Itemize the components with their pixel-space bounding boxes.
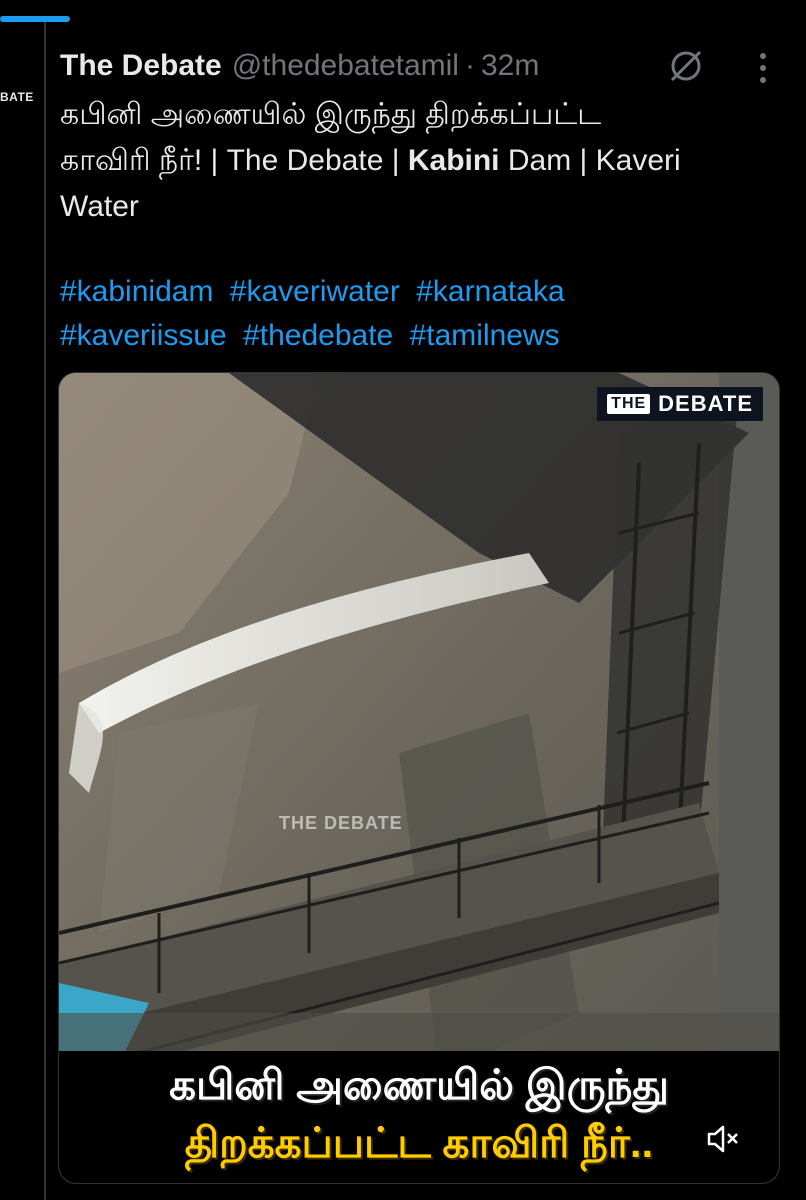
more-options-icon[interactable] — [748, 48, 778, 88]
video-caption: கபினி அணையில் இருந்து திறக்கப்பட்ட காவிர… — [59, 1051, 779, 1183]
video-player[interactable]: THE DEBATE THE DEBATE கபினி அணையில் இருந… — [58, 372, 780, 1184]
tweet-text-segment: காவிரி நீர்! | The Debate | — [60, 144, 408, 177]
video-watermark: THE DEBATE — [279, 813, 403, 833]
logo-the: THE — [607, 394, 651, 414]
tweet-text: கபினி அணையில் இருந்து திறக்கப்பட்ட காவிர… — [60, 92, 790, 230]
divider-line — [44, 22, 46, 1200]
hashtag-link[interactable]: #tamilnews — [410, 319, 560, 352]
hashtag-link[interactable]: #kaveriwater — [230, 275, 400, 308]
grok-icon[interactable] — [666, 46, 706, 86]
hashtag-link[interactable]: #kaveriissue — [60, 319, 227, 352]
display-name[interactable]: The Debate — [60, 49, 222, 83]
hashtag-link[interactable]: #kabinidam — [60, 275, 213, 308]
logo-debate: DEBATE — [658, 391, 753, 416]
separator-dot: · — [464, 49, 475, 82]
tweet-text-segment: Dam | Kaveri — [499, 144, 681, 177]
hashtag-link[interactable]: #thedebate — [243, 319, 393, 352]
tweet-header: The Debate @thedebatetamil · 32m — [60, 44, 539, 88]
tweet-text-line: Water — [60, 190, 139, 223]
avatar-label: BATE — [0, 90, 34, 104]
caption-line-1: கபினி அணையில் இருந்து — [169, 1061, 669, 1108]
caption-line-2: திறக்கப்பட்ட காவிரி நீர்.. — [184, 1119, 654, 1166]
volume-muted-icon[interactable] — [705, 1121, 741, 1157]
hashtag-list: #kabinidam #kaveriwater #karnataka #kave… — [60, 270, 780, 358]
video-progress-fill — [0, 16, 70, 22]
channel-logo: THE DEBATE — [597, 387, 763, 421]
tweet-text-bold: Kabini — [407, 144, 500, 177]
avatar[interactable]: BATE — [0, 44, 40, 144]
user-handle[interactable]: @thedebatetamil — [232, 49, 459, 83]
hashtag-link[interactable]: #karnataka — [416, 275, 564, 308]
tweet-text-line: கபினி அணையில் இருந்து திறக்கப்பட்ட — [60, 98, 602, 131]
tweet-text-line: காவிரி நீர்! | The Debate | Kabini Dam |… — [60, 138, 790, 184]
timestamp[interactable]: 32m — [481, 49, 539, 83]
video-progress-track — [0, 0, 806, 22]
